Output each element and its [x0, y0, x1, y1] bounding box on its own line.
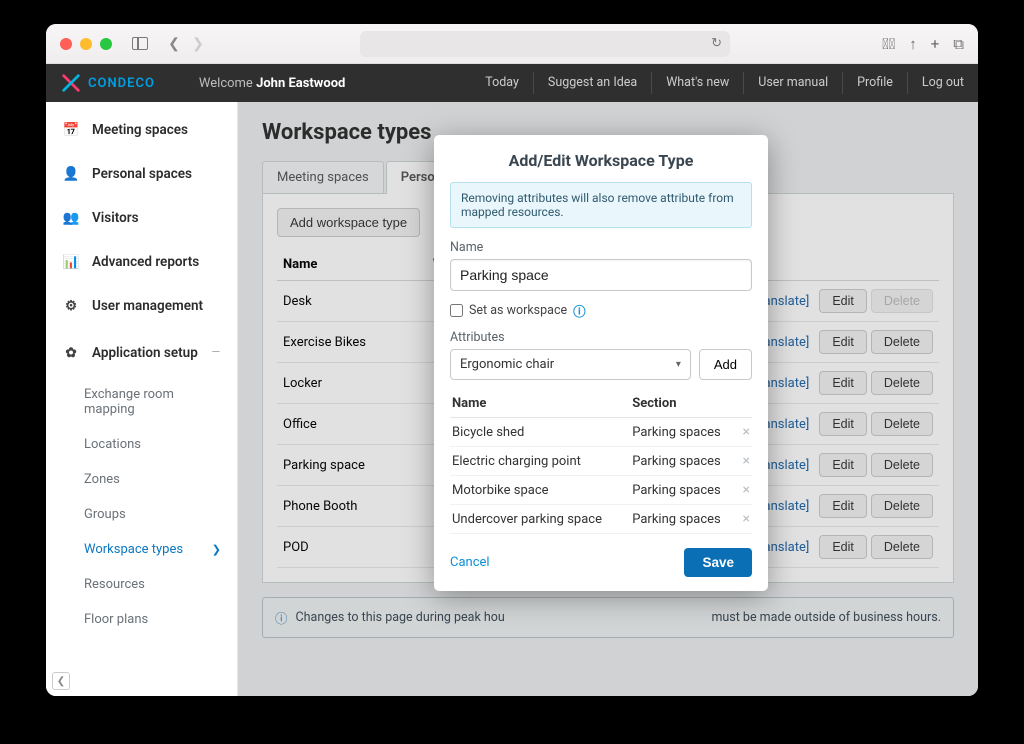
brand-logo[interactable]: CONDECO — [46, 72, 169, 94]
sidebar-sub-locations[interactable]: Locations — [46, 427, 237, 462]
modal-col-section: Section — [630, 390, 738, 418]
traffic-lights — [60, 38, 112, 50]
save-button[interactable]: Save — [684, 548, 752, 577]
user-name: John Eastwood — [256, 76, 345, 91]
set-as-workspace-checkbox[interactable] — [450, 304, 463, 317]
set-as-workspace-row: Set as workspace ⓘ — [450, 301, 752, 320]
set-as-workspace-label: Set as workspace — [469, 303, 567, 318]
mac-titlebar: ❮ ❯ ↻ ↓⃝ ↑ + ⧉ — [46, 24, 978, 64]
collapse-sidebar-button[interactable]: ❮ — [52, 672, 70, 690]
sidebar-item-meeting-spaces[interactable]: 📅 Meeting spaces — [46, 108, 237, 152]
attribute-select-value: Ergonomic chair — [460, 357, 554, 372]
add-attribute-button[interactable]: Add — [699, 349, 752, 380]
modal-alert: Removing attributes will also remove att… — [450, 182, 752, 228]
new-tab-icon[interactable]: + — [931, 35, 940, 53]
sidebar-sub-zones[interactable]: Zones — [46, 462, 237, 497]
header-link-suggest[interactable]: Suggest an Idea — [533, 72, 651, 94]
attribute-row: Motorbike spaceParking spaces × — [450, 476, 752, 505]
attr-name: Undercover parking space — [450, 505, 630, 534]
remove-attribute-icon[interactable]: × — [743, 424, 750, 440]
share-icon[interactable]: ↑ — [909, 35, 917, 53]
attr-section: Parking spaces — [630, 447, 738, 476]
maximize-window-icon[interactable] — [100, 38, 112, 50]
sidebar-item-user-management[interactable]: ⚙︎ User management — [46, 284, 237, 328]
attr-section: Parking spaces — [630, 505, 738, 534]
person-icon: 👤 — [62, 166, 80, 182]
attribute-row: Undercover parking spaceParking spaces × — [450, 505, 752, 534]
attr-name: Electric charging point — [450, 447, 630, 476]
sidebar-sub-workspace-types[interactable]: Workspace types ❯ — [46, 532, 237, 567]
download-icon[interactable]: ↓⃝ — [882, 35, 895, 53]
forward-button[interactable]: ❯ — [188, 34, 208, 54]
attr-name: Motorbike space — [450, 476, 630, 505]
header-link-logout[interactable]: Log out — [907, 72, 978, 94]
header-link-profile[interactable]: Profile — [842, 72, 907, 94]
modal-col-name: Name — [450, 390, 630, 418]
sidebar-toggle-icon[interactable] — [132, 37, 148, 50]
attribute-row: Bicycle shedParking spaces × — [450, 418, 752, 447]
toolbar-right: ↓⃝ ↑ + ⧉ — [882, 35, 964, 53]
sidebar-sub-resources[interactable]: Resources — [46, 567, 237, 602]
cancel-button[interactable]: Cancel — [450, 555, 490, 570]
back-button[interactable]: ❮ — [164, 34, 184, 54]
users-icon: ⚙︎ — [62, 298, 80, 314]
attribute-row: Electric charging pointParking spaces × — [450, 447, 752, 476]
header-link-manual[interactable]: User manual — [743, 72, 842, 94]
chart-icon: 📊 — [62, 254, 80, 270]
welcome-text: Welcome John Eastwood — [199, 76, 345, 91]
name-input[interactable] — [450, 259, 752, 291]
browser-window: ❮ ❯ ↻ ↓⃝ ↑ + ⧉ CONDECO Welcome John East… — [46, 24, 978, 696]
header-links: Today Suggest an Idea What's new User ma… — [471, 72, 978, 94]
info-icon[interactable]: ⓘ — [573, 301, 586, 320]
add-edit-workspace-modal: Add/Edit Workspace Type Removing attribu… — [434, 135, 768, 591]
modal-attributes-table: Name Section Bicycle shedParking spaces×… — [450, 390, 752, 534]
attr-section: Parking spaces — [630, 418, 738, 447]
brand-mark-icon — [60, 72, 82, 94]
address-bar[interactable]: ↻ — [360, 31, 730, 57]
chevron-down-icon: ▾ — [676, 359, 681, 370]
close-window-icon[interactable] — [60, 38, 72, 50]
modal-title: Add/Edit Workspace Type — [450, 151, 752, 170]
header-link-whatsnew[interactable]: What's new — [651, 72, 743, 94]
chevron-right-icon: ❯ — [212, 543, 221, 556]
attribute-select[interactable]: Ergonomic chair ▾ — [450, 349, 691, 380]
sidebar-item-advanced-reports[interactable]: 📊 Advanced reports — [46, 240, 237, 284]
nav-arrows: ❮ ❯ — [164, 34, 208, 54]
sidebar-item-visitors[interactable]: 👥 Visitors — [46, 196, 237, 240]
app-header: CONDECO Welcome John Eastwood Today Sugg… — [46, 64, 978, 102]
visitors-icon: 👥 — [62, 210, 80, 226]
attributes-label: Attributes — [450, 330, 752, 345]
sidebar-item-personal-spaces[interactable]: 👤 Personal spaces — [46, 152, 237, 196]
name-label: Name — [450, 240, 752, 255]
collapse-icon: − — [211, 342, 221, 363]
remove-attribute-icon[interactable]: × — [743, 482, 750, 498]
sidebar-sub-exchange[interactable]: Exchange room mapping — [46, 377, 237, 427]
attr-name: Bicycle shed — [450, 418, 630, 447]
tabs-overview-icon[interactable]: ⧉ — [953, 35, 964, 53]
attr-section: Parking spaces — [630, 476, 738, 505]
header-link-today[interactable]: Today — [471, 72, 533, 94]
gear-icon: ✿ — [62, 345, 80, 361]
reload-icon[interactable]: ↻ — [711, 36, 722, 51]
meeting-icon: 📅 — [62, 122, 80, 138]
sidebar-item-application-setup[interactable]: ✿ Application setup − — [46, 328, 237, 377]
remove-attribute-icon[interactable]: × — [743, 453, 750, 469]
minimize-window-icon[interactable] — [80, 38, 92, 50]
remove-attribute-icon[interactable]: × — [743, 511, 750, 527]
sidebar-sub-floorplans[interactable]: Floor plans — [46, 602, 237, 637]
sidebar-sub-groups[interactable]: Groups — [46, 497, 237, 532]
brand-text: CONDECO — [88, 76, 155, 91]
sidebar: 📅 Meeting spaces 👤 Personal spaces 👥 Vis… — [46, 102, 238, 696]
